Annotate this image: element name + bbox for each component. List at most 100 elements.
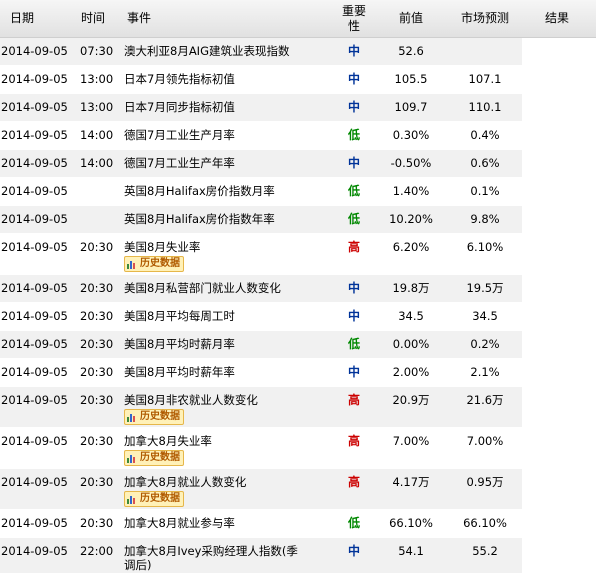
row-previous: 105.5 — [394, 72, 428, 86]
event-name: 英国8月Halifax房价指数年率 — [124, 212, 275, 226]
row-time: 20:30 — [80, 309, 114, 323]
bar-chart-icon — [127, 414, 135, 422]
importance-badge: 中 — [347, 544, 360, 558]
row-event: 澳大利亚8月AIG建筑业表现指数 — [124, 44, 304, 58]
row-event: 加拿大8月就业参与率 — [124, 516, 304, 530]
row-time: 13:00 — [80, 72, 114, 86]
event-name: 英国8月Halifax房价指数月率 — [124, 184, 275, 198]
table-row: 2014-09-05 英国8月Halifax房价指数年率 低 10.20% 9.8% — [0, 206, 522, 234]
row-date: 2014-09-05 — [1, 156, 68, 170]
bar-chart-icon — [127, 261, 135, 269]
row-date: 2014-09-05 — [1, 100, 68, 114]
row-forecast: 19.5万 — [466, 281, 504, 295]
row-time: 20:30 — [80, 281, 114, 295]
row-forecast: 21.6万 — [466, 393, 504, 407]
table-row: 2014-09-05 22:00 加拿大8月Ivey采购经理人指数(季调后) 中 54.… — [0, 538, 522, 574]
table-row: 2014-09-05 20:30 美国8月非农就业人数变化 历史数据 高 20.9万 21.… — [0, 387, 522, 428]
history-data-label: 历史数据 — [140, 493, 180, 504]
row-previous: 20.9万 — [392, 393, 430, 407]
importance-badge: 中 — [347, 309, 360, 323]
history-data-label: 历史数据 — [140, 411, 180, 422]
row-event: 日本7月同步指标初值 — [124, 100, 304, 114]
event-name: 德国7月工业生产年率 — [124, 156, 235, 170]
row-forecast: 0.95万 — [466, 475, 504, 489]
row-event: 加拿大8月就业人数变化 历史数据 — [124, 475, 304, 507]
row-date: 2014-09-05 — [1, 281, 68, 295]
row-time: 22:00 — [80, 544, 114, 558]
table-row: 2014-09-05 20:30 加拿大8月失业率 历史数据 高 7.00% 7.00% — [0, 428, 522, 469]
row-forecast: 55.2 — [472, 544, 498, 558]
header-importance: 重要 性 — [341, 3, 366, 33]
row-event: 日本7月领先指标初值 — [124, 72, 304, 86]
row-time: 20:30 — [80, 516, 114, 530]
row-event: 美国8月平均时薪月率 — [124, 337, 304, 351]
event-name: 加拿大8月Ivey采购经理人指数(季调后) — [124, 544, 298, 572]
row-date: 2014-09-05 — [1, 475, 68, 489]
row-date: 2014-09-05 — [1, 337, 68, 351]
row-time: 14:00 — [80, 156, 114, 170]
importance-badge: 中 — [347, 72, 360, 86]
row-event: 美国8月平均每周工时 — [124, 309, 304, 323]
history-data-button[interactable]: 历史数据 — [124, 491, 184, 507]
importance-badge: 高 — [347, 393, 360, 407]
row-previous: 109.7 — [394, 100, 428, 114]
history-data-button[interactable]: 历史数据 — [124, 409, 184, 425]
event-name: 日本7月领先指标初值 — [124, 72, 235, 86]
row-date: 2014-09-05 — [1, 516, 68, 530]
table-row: 2014-09-05 英国8月Halifax房价指数月率 低 1.40% 0.1% — [0, 178, 522, 206]
row-event: 美国8月私营部门就业人数变化 — [124, 281, 304, 295]
result-column-blank — [522, 38, 596, 571]
row-previous: 2.00% — [392, 365, 430, 379]
importance-badge: 低 — [347, 128, 360, 142]
event-name: 美国8月平均每周工时 — [124, 309, 235, 323]
importance-badge: 低 — [347, 184, 360, 198]
row-date: 2014-09-05 — [1, 240, 68, 254]
row-event: 美国8月失业率 历史数据 — [124, 240, 304, 272]
event-name: 美国8月平均时薪年率 — [124, 365, 235, 379]
header-result: 结果 — [544, 11, 569, 25]
importance-badge: 低 — [347, 212, 360, 226]
row-previous: 7.00% — [392, 434, 430, 448]
row-time: 20:30 — [80, 240, 114, 254]
importance-badge: 中 — [347, 281, 360, 295]
importance-badge: 低 — [347, 516, 360, 530]
header-forecast: 市场预测 — [460, 11, 509, 25]
row-time: 20:30 — [80, 337, 114, 351]
table-row: 2014-09-05 14:00 德国7月工业生产年率 中 -0.50% 0.6% — [0, 150, 522, 178]
table-row: 2014-09-05 20:30 美国8月私营部门就业人数变化 中 19.8万 19.5万 — [0, 275, 522, 303]
row-forecast: 9.8% — [470, 212, 500, 226]
event-name: 美国8月非农就业人数变化 — [124, 393, 258, 407]
history-data-label: 历史数据 — [140, 452, 180, 463]
event-name: 澳大利亚8月AIG建筑业表现指数 — [124, 44, 290, 58]
row-date: 2014-09-05 — [1, 365, 68, 379]
importance-badge: 中 — [347, 365, 360, 379]
row-time: 20:30 — [80, 475, 114, 489]
importance-badge: 高 — [347, 475, 360, 489]
row-time: 13:00 — [80, 100, 114, 114]
row-date: 2014-09-05 — [1, 184, 68, 198]
row-previous: 4.17万 — [392, 475, 430, 489]
header-date: 日期 — [10, 11, 35, 25]
row-previous: -0.50% — [390, 156, 432, 170]
row-time: 20:30 — [80, 434, 114, 448]
history-data-button[interactable]: 历史数据 — [124, 450, 184, 466]
row-event: 德国7月工业生产年率 — [124, 156, 304, 170]
calendar-table-body: 2014-09-05 07:30 澳大利亚8月AIG建筑业表现指数中 52.6 2014… — [0, 38, 522, 574]
table-row: 2014-09-05 13:00 日本7月同步指标初值 中 109.7 110.1 — [0, 94, 522, 122]
row-previous: 0.00% — [392, 337, 430, 351]
table-row: 2014-09-05 14:00 德国7月工业生产月率 低 0.30% 0.4% — [0, 122, 522, 150]
table-row: 2014-09-05 07:30 澳大利亚8月AIG建筑业表现指数 中 52.6 — [0, 38, 522, 66]
event-name: 美国8月失业率 — [124, 240, 201, 254]
event-name: 加拿大8月就业参与率 — [124, 516, 235, 530]
row-previous: 52.6 — [398, 44, 424, 58]
history-data-button[interactable]: 历史数据 — [124, 256, 184, 272]
row-event: 美国8月平均时薪年率 — [124, 365, 304, 379]
row-forecast: 0.6% — [470, 156, 500, 170]
table-row: 2014-09-05 13:00 日本7月领先指标初值 中 105.5 107.1 — [0, 66, 522, 94]
header-time: 时间 — [81, 11, 106, 25]
row-forecast: 107.1 — [468, 72, 502, 86]
row-forecast: 0.2% — [470, 337, 500, 351]
row-date: 2014-09-05 — [1, 212, 68, 226]
importance-badge: 高 — [347, 240, 360, 254]
row-time: 07:30 — [80, 44, 114, 58]
